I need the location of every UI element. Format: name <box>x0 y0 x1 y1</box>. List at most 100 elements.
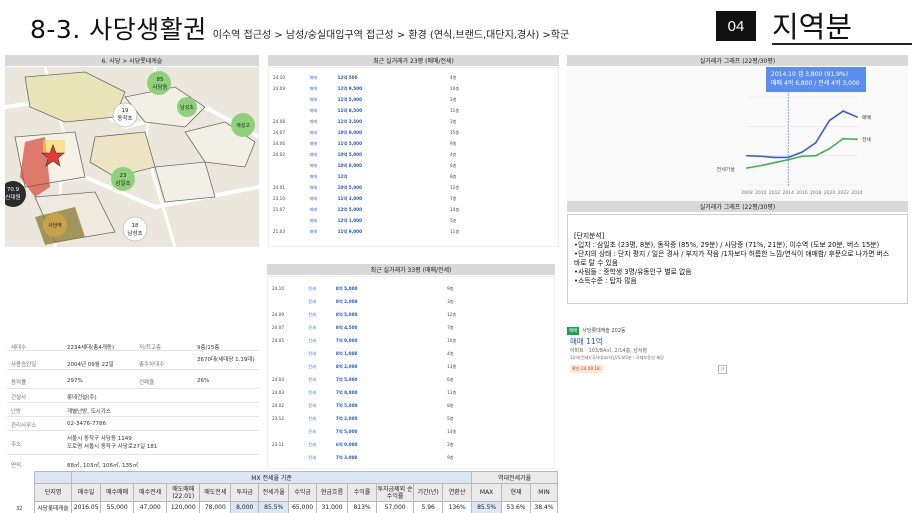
list-item-price: 12억 1,000 <box>337 217 362 223</box>
info-divider <box>7 454 259 455</box>
info-label-address: 주소 <box>11 442 22 448</box>
list-item-type: 전세 <box>308 454 316 460</box>
table-header-cell: MIN <box>530 483 558 502</box>
info-label-parking: 총주차대수 <box>139 362 165 368</box>
chart-x-tick-label: 2010 <box>755 190 767 196</box>
list-item-date: 24.02 <box>273 152 285 157</box>
list-item-price: 11억 <box>337 173 348 179</box>
list-item-type: 매매 <box>309 173 318 179</box>
list-item-date: 24.10 <box>273 75 285 80</box>
list-item-floor: 6층 <box>450 162 457 168</box>
listing-title: 사당롯데캐슬 202동 <box>582 328 626 334</box>
list-item-floor: 9층 <box>447 285 454 291</box>
info-label-builder: 건설사 <box>11 395 27 401</box>
list-item: 전세 8억 2,000 3층 <box>272 298 550 305</box>
list-item-date: 23.11 <box>272 442 284 447</box>
table-cell: 53.6% <box>501 501 531 513</box>
list-item: 24.06 매매 11억 5,000 9층 <box>273 140 554 147</box>
listing-confirm-date: 확인 24.09.18. <box>570 365 604 373</box>
list-item-floor: 11층 <box>447 389 457 395</box>
title-main: 8-3. 사당생활권 <box>30 15 207 44</box>
list-item: 23.10 매매 11억 3,000 7층 <box>273 195 554 202</box>
complex-info-table: 세대수 2234세대(총4개동) 저/최고층 9층/15층 사용승인일 2004… <box>7 336 259 472</box>
listing-card[interactable]: 매매 사당롯데캐슬 202동 매매 11억 아파트 · 103/84㎡, 2/14… <box>567 322 727 377</box>
chart-data-point <box>856 138 858 141</box>
list-item-price: 7억 5,000 <box>335 428 358 434</box>
list-item: 매매 11억 5,000 2층 <box>273 96 554 103</box>
list-item: 전세 7억 3,000 9층 <box>272 454 550 461</box>
list-item-type: 전세 <box>308 376 316 382</box>
table-cell: 136% <box>442 501 473 513</box>
chart-x-tick-label: 2018 <box>810 190 822 196</box>
listing-title-row: 매매 사당롯데캐슬 202동 <box>567 327 626 335</box>
analysis-line: •입지 : 삼일초 (23평, 8분), 동작중 (85%, 29분) / 사당… <box>574 241 880 249</box>
list-item-floor: 10층 <box>450 85 460 91</box>
info-label-floors: 저/최고층 <box>139 345 162 351</box>
list-item: 21.07 매매 12억 5,000 14층 <box>273 206 554 213</box>
list-item: 21.03 매매 11억 9,000 11층 <box>273 228 554 235</box>
list-item: 전세 8억 2,000 13층 <box>272 363 550 370</box>
page-number: 32 <box>16 506 23 512</box>
list-item-price: 7억 2,000 <box>335 415 358 421</box>
chart-data-point <box>801 151 803 154</box>
table-group-header-2: 역대전세가율 <box>471 471 558 484</box>
list-item: 24.08 매매 11억 3,500 3층 <box>273 118 554 125</box>
investment-summary-table: MX 전세율 기준 역대전세가율 단지명 매수일 매수매매 매수전세 매도매매 … <box>33 471 558 513</box>
list-item: 23.11 전세 6억 9,000 2층 <box>272 441 550 448</box>
list-item-floor: 3층 <box>447 298 454 304</box>
map-label-1: 85 사당동 <box>152 77 168 91</box>
list-item-floor: 9층 <box>447 454 454 460</box>
list-item-floor: 11층 <box>450 228 460 234</box>
map-label-4: 계성고 <box>236 123 250 129</box>
table-header-cell: 투자금 <box>230 483 260 502</box>
list-item-type: 매매 <box>309 107 318 113</box>
list-item-price: 7억 5,000 <box>335 376 358 382</box>
list-item-type: 전세 <box>308 298 316 304</box>
list-item-price: 10억 5,000 <box>337 184 362 190</box>
table-row: 사당롯데캐슬 2016.05 55,000 47,000 120,000 78,… <box>33 501 558 513</box>
list-item-floor: 12층 <box>447 311 457 317</box>
chart-data-point <box>814 154 817 157</box>
info-value-approval: 2004년 09월 22일 <box>67 362 114 368</box>
info-value-builder: 롯데건설(주) <box>67 395 97 401</box>
analysis-line: •소득수준 : 탑차 많음 <box>574 277 637 285</box>
list-item-price: 7억 8,000 <box>335 389 358 395</box>
section-badge: 04 <box>716 11 756 41</box>
list-item-date: 24.01 <box>273 185 285 190</box>
list-item-price: 8억 5,000 <box>335 285 358 291</box>
chart-data-point <box>746 167 748 169</box>
info-label-households: 세대수 <box>11 345 27 351</box>
table-header-cell: 현재 <box>501 483 531 502</box>
info-divider <box>7 350 259 351</box>
list-item-date: 24.06 <box>273 141 285 146</box>
chart-data-point <box>828 147 831 150</box>
list-item-price: 11억 3,000 <box>337 195 362 201</box>
chart-data-point <box>828 119 831 122</box>
list-item-type: 매매 <box>309 151 318 157</box>
list-item-type: 전세 <box>308 389 316 395</box>
list-item: 24.01 매매 10억 5,000 12층 <box>273 184 554 191</box>
list-item-date: 24.02 <box>272 403 284 408</box>
chart-x-tick-label: 2016 <box>796 190 808 196</box>
info-value-area: 88㎡, 103㎡, 106㎡, 135㎡ <box>67 463 138 469</box>
recent23-caption: 최근 실거래가 23평 (매매/전세) <box>268 55 559 66</box>
table-header-cell: 매도전세 <box>199 483 232 502</box>
chart-data-point <box>856 116 858 118</box>
list-item-date: 24.10 <box>272 286 284 291</box>
list-item: 전세 7억 5,000 14층 <box>272 428 550 435</box>
list-item-price: 11억 5,000 <box>337 96 362 102</box>
list-item-price: 11억 5,000 <box>337 140 362 146</box>
table-cell: 38.4% <box>530 501 558 513</box>
list-item-price: 7억 5,000 <box>335 402 358 408</box>
list-item-date: 24.08 <box>273 119 285 124</box>
table-header-cell: 현금흐름 <box>316 483 349 502</box>
chart-x-tick-label: 2012 <box>769 190 781 196</box>
list-item-price: 8억 2,000 <box>335 298 358 304</box>
chart-tooltip: 2014.10 갭 3,800 (91.9%) 매매 4억 6,800 / 전세… <box>766 67 866 92</box>
table-cell: 2016.05 <box>71 501 102 513</box>
analysis-line: 바로 탈 수 있음 <box>574 259 619 267</box>
list-item-price: 11억 3,500 <box>337 118 362 124</box>
external-link-icon[interactable]: ↗ <box>718 365 727 374</box>
list-item-floor: 14층 <box>450 206 460 212</box>
list-item-type: 매매 <box>309 85 318 91</box>
